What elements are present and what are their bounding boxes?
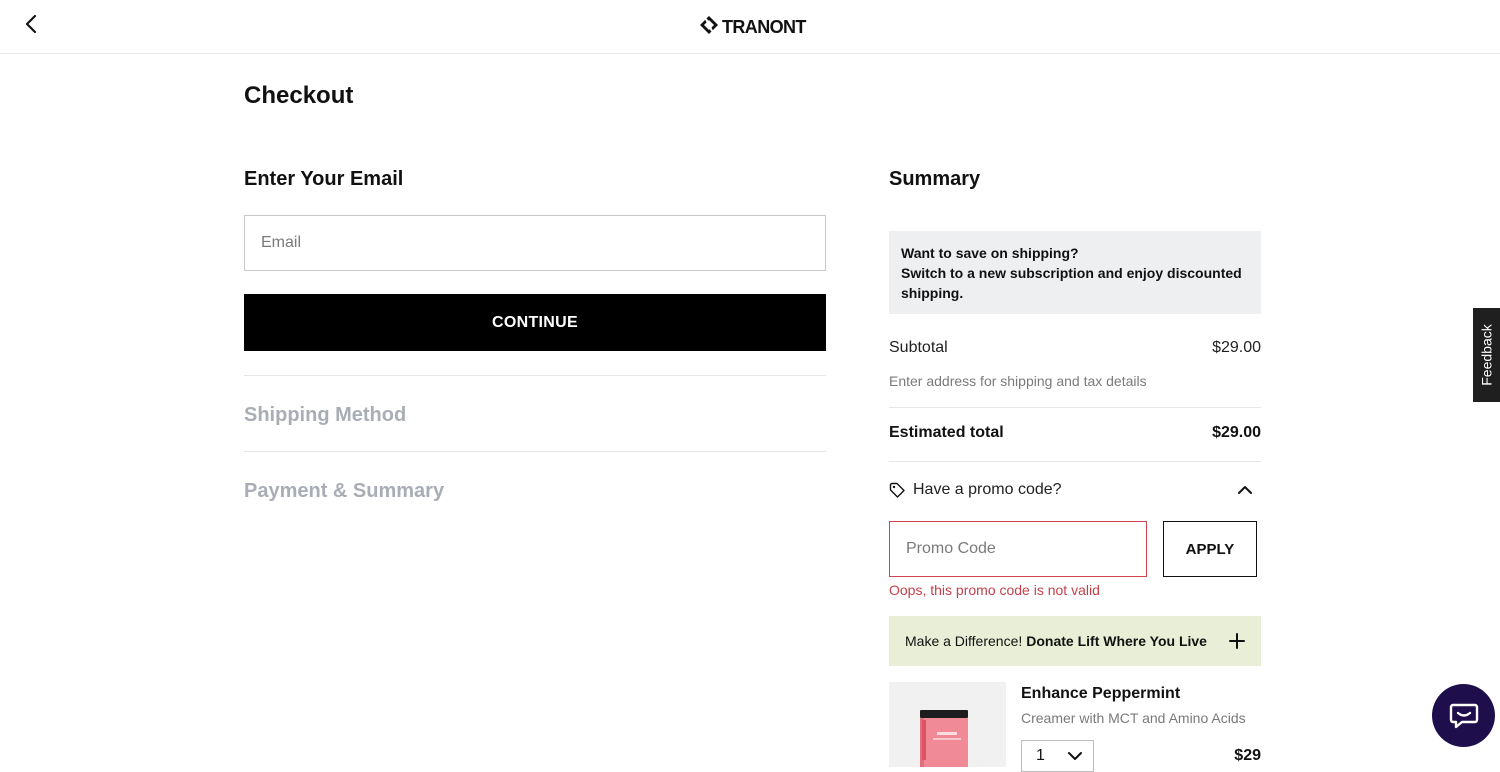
divider <box>244 375 826 376</box>
promo-toggle-label: Have a promo code? <box>913 481 1062 498</box>
step-shipping-method[interactable]: Shipping Method <box>244 404 406 427</box>
feedback-tab[interactable]: Feedback <box>1473 308 1500 402</box>
divider <box>889 407 1261 408</box>
product-price: $29 <box>1234 747 1261 764</box>
step-payment-summary[interactable]: Payment & Summary <box>244 480 444 503</box>
continue-button[interactable]: CONTINUE <box>244 294 826 351</box>
back-button[interactable] <box>18 12 46 40</box>
estimated-total-value: $29.00 <box>1212 424 1261 441</box>
email-section-title: Enter Your Email <box>244 168 404 190</box>
email-input[interactable] <box>244 215 826 271</box>
banner-line-1: Want to save on shipping? <box>901 245 1079 261</box>
estimated-total-label: Estimated total <box>889 424 1004 441</box>
donate-banner[interactable]: Make a Difference! Donate Lift Where You… <box>889 616 1261 666</box>
divider <box>244 451 826 452</box>
page-title: Checkout <box>244 82 354 109</box>
chevron-up-icon <box>1237 485 1253 495</box>
donate-title: Donate Lift Where You Live <box>1026 633 1207 649</box>
quantity-select[interactable]: 1 <box>1021 740 1094 772</box>
promo-code-input[interactable] <box>889 521 1147 577</box>
address-note: Enter address for shipping and tax detai… <box>889 373 1147 389</box>
top-bar: TRANONT <box>0 0 1500 54</box>
promo-error-message: Oops, this promo code is not valid <box>889 582 1100 598</box>
quantity-value: 1 <box>1036 747 1045 764</box>
chevron-down-icon <box>1067 751 1083 761</box>
logo-mark-icon <box>699 15 719 40</box>
feedback-label: Feedback <box>1478 324 1495 386</box>
brand-logo[interactable]: TRANONT <box>699 15 806 39</box>
chevron-left-icon <box>24 14 40 39</box>
apply-promo-button[interactable]: APPLY <box>1163 521 1257 577</box>
promo-code-toggle[interactable]: Have a promo code? <box>889 476 1261 504</box>
plus-icon <box>1229 633 1245 649</box>
shipping-savings-banner: Want to save on shipping? Switch to a ne… <box>889 231 1261 314</box>
tag-icon <box>889 482 905 498</box>
logo-text: TRANONT <box>722 16 806 37</box>
estimated-total-row: Estimated total $29.00 <box>889 424 1261 442</box>
divider <box>889 461 1261 462</box>
banner-line-2: Switch to a new subscription and enjoy d… <box>901 265 1242 301</box>
subtotal-row: Subtotal $29.00 <box>889 339 1261 357</box>
summary-title: Summary <box>889 168 981 190</box>
chat-bubble-icon <box>1449 702 1479 730</box>
subtotal-label: Subtotal <box>889 339 948 356</box>
product-name: Enhance Peppermint <box>1021 685 1181 702</box>
chat-button[interactable] <box>1432 684 1495 747</box>
product-description: Creamer with MCT and Amino Acids <box>1021 710 1246 726</box>
product-image <box>889 682 1006 767</box>
subtotal-value: $29.00 <box>1212 339 1261 356</box>
donate-prefix: Make a Difference! <box>905 633 1023 649</box>
